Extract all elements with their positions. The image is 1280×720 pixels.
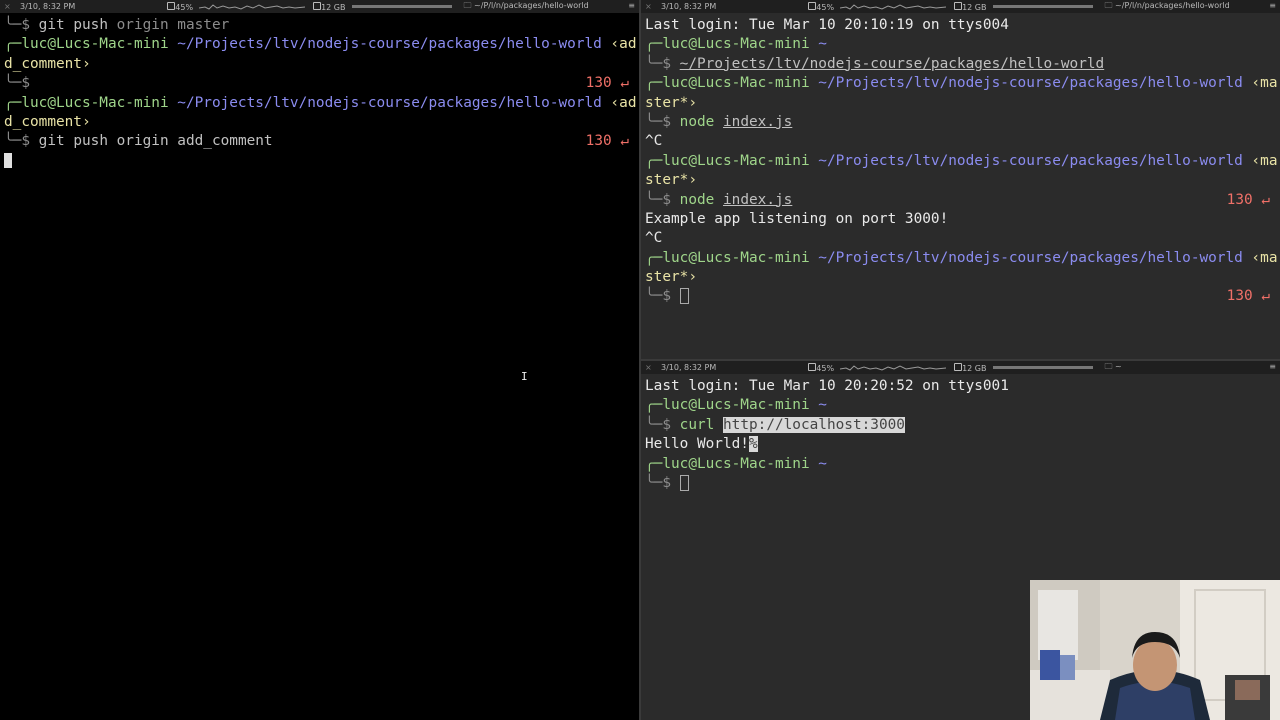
cpu-indicator: 45% bbox=[167, 1, 193, 12]
terminal-line: ╭─luc@Lucs-Mac-mini ~ bbox=[645, 455, 827, 472]
cpu-sparkline bbox=[840, 4, 947, 10]
status-bar: × 3/10, 8:32 PM 45% 12 GB 🗀 ~ ≡ bbox=[641, 361, 1280, 374]
webcam-person-image bbox=[1030, 580, 1280, 720]
terminal-line: ╰─$ 130 ↵ bbox=[4, 74, 635, 93]
cpu-icon bbox=[808, 1, 817, 10]
terminal-line: d_comment› bbox=[4, 113, 91, 130]
memory-indicator: 12 GB bbox=[313, 1, 346, 12]
terminal-line: ster*› bbox=[645, 172, 697, 189]
terminal-line: ╭─luc@Lucs-Mac-mini ~/Projects/ltv/nodej… bbox=[4, 94, 637, 111]
last-login: Last login: Tue Mar 10 20:20:52 on ttys0… bbox=[645, 378, 1009, 394]
terminal-pane-left[interactable]: × 3/10, 8:32 PM 45% 12 GB 🗀 ~/P/l/n/pack… bbox=[0, 0, 639, 720]
exit-code: 130 ↵ bbox=[585, 75, 629, 92]
exit-code: 130 ↵ bbox=[1226, 288, 1270, 305]
cpu-icon bbox=[808, 362, 817, 371]
status-clock: 3/10, 8:32 PM bbox=[661, 363, 717, 372]
status-path: 🗀 ~/P/l/n/packages/hello-world bbox=[1104, 0, 1230, 10]
terminal-line: ╰─$ 130 ↵ bbox=[645, 287, 1276, 306]
mouse-ibeam-icon: I bbox=[521, 370, 528, 383]
close-icon[interactable]: × bbox=[645, 363, 655, 372]
text-cursor bbox=[679, 474, 689, 491]
memory-bar bbox=[992, 5, 1093, 8]
status-bar: × 3/10, 8:32 PM 45% 12 GB 🗀 ~/P/l/n/pack… bbox=[0, 0, 639, 13]
terminal-line: ╭─luc@Lucs-Mac-mini ~ bbox=[645, 36, 827, 53]
terminal-output: Last login: Tue Mar 10 20:20:52 on ttys0… bbox=[645, 377, 1276, 493]
menu-icon[interactable]: ≡ bbox=[628, 1, 635, 10]
memory-bar bbox=[992, 366, 1093, 369]
terminal-line: ^C bbox=[645, 133, 663, 150]
status-path: 🗀 ~ bbox=[1104, 361, 1122, 371]
terminal-line: Hello World!% bbox=[645, 436, 758, 453]
terminal-line: ╰─$ git push origin add_comment 130 ↵ bbox=[4, 132, 635, 151]
terminal-output: ╰─$ git push origin master ╭─luc@Lucs-Ma… bbox=[4, 16, 637, 171]
terminal-line: Example app listening on port 3000! bbox=[645, 210, 949, 227]
terminal-line: ster*› bbox=[645, 269, 697, 286]
terminal-line: ╰─$ node index.js 130 ↵ bbox=[645, 191, 1276, 210]
status-bar: × 3/10, 8:32 PM 45% 12 GB 🗀 ~/P/l/n/pack… bbox=[641, 0, 1280, 13]
close-icon[interactable]: × bbox=[645, 2, 655, 11]
terminal-pane-right-top[interactable]: × 3/10, 8:32 PM 45% 12 GB 🗀 ~/P/l/n/pack… bbox=[641, 0, 1280, 359]
status-clock: 3/10, 8:32 PM bbox=[661, 2, 717, 11]
text-cursor bbox=[679, 288, 689, 305]
memory-bar bbox=[351, 5, 452, 8]
terminal-line: ster*› bbox=[645, 94, 697, 111]
terminal-line: ╰─$ node index.js bbox=[645, 113, 793, 130]
terminal-line: ╰─$ curl http://localhost:3000 bbox=[645, 416, 905, 433]
memory-indicator: 12 GB bbox=[954, 362, 987, 373]
menu-icon[interactable]: ≡ bbox=[1269, 1, 1276, 10]
terminal-line: ╭─luc@Lucs-Mac-mini ~/Projects/ltv/nodej… bbox=[645, 75, 1278, 92]
cpu-indicator: 45% bbox=[808, 362, 834, 373]
memory-indicator: 12 GB bbox=[954, 1, 987, 12]
status-path: 🗀 ~/P/l/n/packages/hello-world bbox=[463, 0, 589, 10]
terminal-line bbox=[4, 152, 635, 171]
memory-icon bbox=[954, 1, 963, 10]
terminal-line: ╰─$ ~/Projects/ltv/nodejs-course/package… bbox=[645, 55, 1105, 72]
terminal-line: ╭─luc@Lucs-Mac-mini ~/Projects/ltv/nodej… bbox=[645, 152, 1278, 169]
memory-icon bbox=[954, 362, 963, 371]
cpu-sparkline bbox=[199, 4, 306, 10]
text-cursor bbox=[4, 153, 12, 169]
cpu-sparkline bbox=[840, 365, 947, 371]
terminal-line: ╰─$ bbox=[645, 474, 1276, 493]
terminal-line: d_comment› bbox=[4, 55, 91, 72]
menu-icon[interactable]: ≡ bbox=[1269, 362, 1276, 371]
memory-icon bbox=[313, 1, 322, 10]
terminal-line: ╰─$ git push origin master bbox=[4, 17, 230, 33]
terminal-line: ╭─luc@Lucs-Mac-mini ~/Projects/ltv/nodej… bbox=[645, 249, 1278, 266]
cpu-indicator: 45% bbox=[808, 1, 834, 12]
terminal-output: Last login: Tue Mar 10 20:10:19 on ttys0… bbox=[645, 16, 1278, 307]
exit-code: 130 ↵ bbox=[1226, 191, 1270, 208]
exit-code: 130 ↵ bbox=[585, 133, 629, 150]
close-icon[interactable]: × bbox=[4, 2, 14, 11]
cpu-icon bbox=[167, 1, 176, 10]
last-login: Last login: Tue Mar 10 20:10:19 on ttys0… bbox=[645, 17, 1009, 33]
terminal-line: ╭─luc@Lucs-Mac-mini ~/Projects/ltv/nodej… bbox=[4, 36, 637, 53]
terminal-line: ^C bbox=[645, 230, 663, 247]
status-clock: 3/10, 8:32 PM bbox=[20, 2, 76, 11]
webcam-overlay bbox=[1030, 580, 1280, 720]
selected-url[interactable]: http://localhost:3000 bbox=[723, 416, 905, 433]
terminal-line: ╭─luc@Lucs-Mac-mini ~ bbox=[645, 397, 827, 414]
